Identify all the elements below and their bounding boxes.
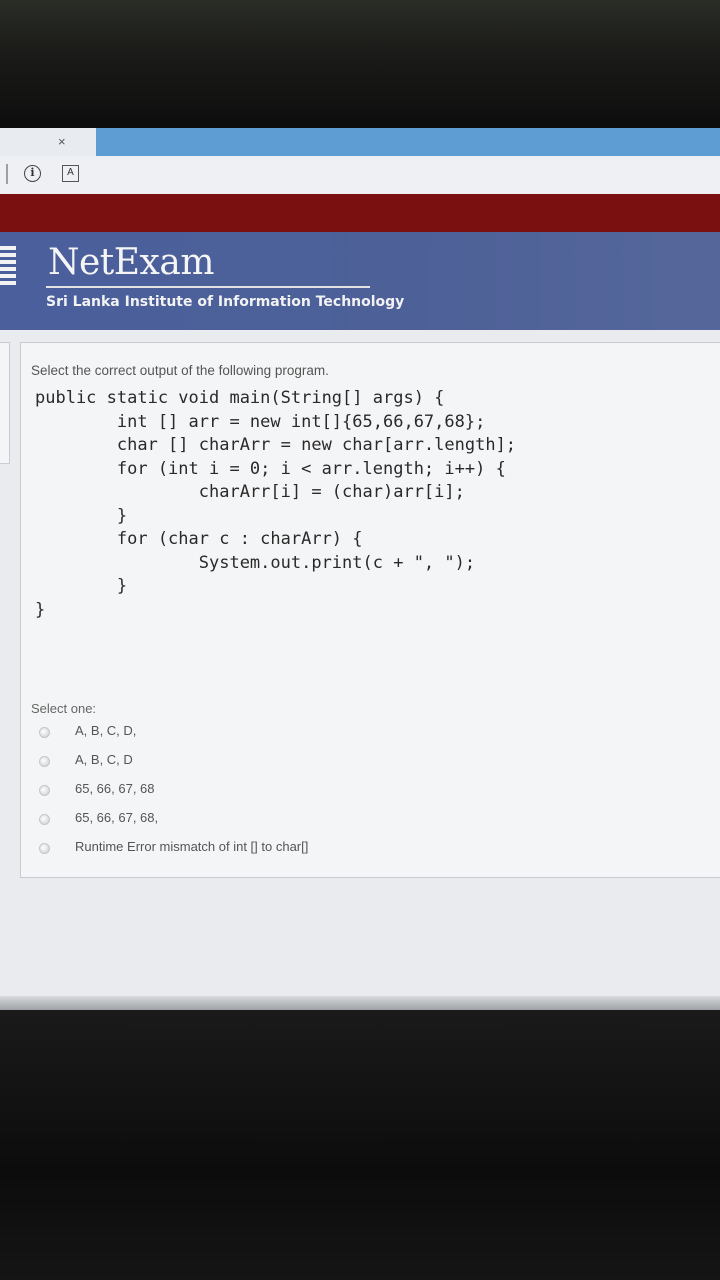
option-label[interactable]: A, B, C, D xyxy=(75,752,133,767)
title-divider xyxy=(46,286,370,288)
logo-icon xyxy=(0,246,18,296)
code-line: } xyxy=(35,505,128,526)
select-one-label: Select one: xyxy=(31,701,97,716)
side-panel-edge xyxy=(0,342,10,464)
tab-close-icon[interactable]: × xyxy=(58,134,66,149)
site-subtitle: Sri Lanka Institute of Information Techn… xyxy=(46,294,405,310)
radio-button[interactable] xyxy=(39,814,50,825)
monitor-bezel-bottom xyxy=(0,1010,720,1280)
site-info-icon[interactable]: i xyxy=(24,165,41,182)
code-line: int [] arr = new int[]{65,66,67,68}; xyxy=(35,411,486,432)
code-block: public static void main(String[] args) {… xyxy=(35,387,516,622)
address-bar: i A xyxy=(0,156,720,195)
option-label[interactable]: 65, 66, 67, 68 xyxy=(75,781,155,796)
code-line: } xyxy=(35,599,46,620)
question-card: Select the correct output of the followi… xyxy=(20,342,720,878)
code-line: char [] charArr = new char[arr.length]; xyxy=(35,435,517,455)
tab-bar: × xyxy=(0,128,720,156)
screen-bottom-edge xyxy=(0,996,720,1010)
radio-button[interactable] xyxy=(39,727,50,738)
monitor-bezel-top xyxy=(0,0,720,128)
radio-button[interactable] xyxy=(39,785,50,796)
code-line: public static void main(String[] args) { xyxy=(35,388,445,408)
site-header: NetExam Sri Lanka Institute of Informati… xyxy=(0,232,720,330)
option-label[interactable]: 65, 66, 67, 68, xyxy=(75,810,158,825)
code-line: for (char c : charArr) { xyxy=(35,529,363,549)
extension-icon[interactable]: A xyxy=(62,165,79,182)
site-title[interactable]: NetExam xyxy=(48,242,214,283)
code-line: } xyxy=(35,576,128,596)
radio-button[interactable] xyxy=(39,843,50,854)
browser-screen: × i A NetExam Sri Lanka Institute of Inf… xyxy=(0,128,720,1010)
question-prompt: Select the correct output of the followi… xyxy=(31,363,329,378)
browser-tab[interactable]: × xyxy=(0,128,96,156)
top-red-banner xyxy=(0,194,720,232)
code-line: charArr[i] = (char)arr[i]; xyxy=(35,482,465,502)
code-line: System.out.print(c + ", "); xyxy=(35,552,476,573)
option-label[interactable]: Runtime Error mismatch of int [] to char… xyxy=(75,839,308,854)
code-line: for (int i = 0; i < arr.length; i++) { xyxy=(35,458,506,479)
toolbar-separator xyxy=(6,164,8,184)
option-label[interactable]: A, B, C, D, xyxy=(75,723,136,738)
radio-button[interactable] xyxy=(39,756,50,767)
